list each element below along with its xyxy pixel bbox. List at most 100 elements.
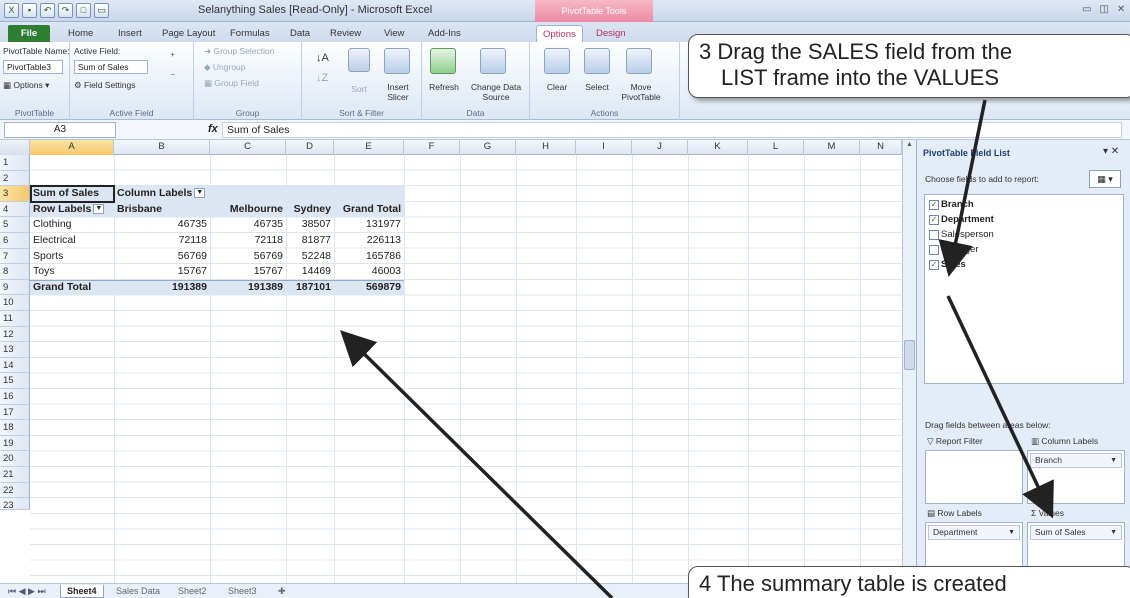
refresh-label[interactable]: Refresh bbox=[424, 82, 464, 92]
row-header[interactable]: 18 bbox=[0, 420, 30, 436]
tab-insert[interactable]: Insert bbox=[118, 25, 142, 42]
column-header[interactable]: E bbox=[334, 140, 404, 155]
save-icon[interactable]: ▪ bbox=[22, 3, 37, 18]
row-header[interactable]: 14 bbox=[0, 357, 30, 374]
formula-input[interactable]: Sum of Sales bbox=[222, 122, 1122, 138]
vertical-scrollbar[interactable]: ▲ bbox=[902, 140, 916, 583]
open-icon[interactable]: ▭ bbox=[94, 3, 109, 18]
row-header[interactable]: 17 bbox=[0, 404, 30, 421]
row-header[interactable]: 12 bbox=[0, 326, 30, 343]
collapse-field-icon[interactable]: ⁻ bbox=[170, 72, 175, 83]
grand-total-label[interactable]: Grand Total bbox=[30, 280, 94, 296]
row-header[interactable]: 16 bbox=[0, 389, 30, 405]
value-cell[interactable]: 46003 bbox=[334, 264, 404, 280]
checkbox-unchecked-icon[interactable] bbox=[929, 244, 939, 255]
tab-file[interactable]: File bbox=[8, 25, 50, 42]
value-cell[interactable]: 131977 bbox=[334, 217, 404, 233]
sheet-tab[interactable]: Sheet3 bbox=[222, 585, 263, 598]
tab-add-ins[interactable]: Add-Ins bbox=[428, 25, 461, 42]
value-cell[interactable]: 15767 bbox=[210, 264, 286, 280]
row-header[interactable]: 11 bbox=[0, 311, 30, 327]
values-field-chip[interactable]: Sum of Sales ▼ bbox=[1030, 525, 1122, 540]
change-data-source-icon[interactable] bbox=[480, 48, 506, 74]
pivot-column-header[interactable]: Brisbane bbox=[114, 202, 165, 218]
active-field-input[interactable]: Sum of Sales bbox=[74, 60, 148, 74]
checkbox-unchecked-icon[interactable] bbox=[929, 229, 939, 240]
row-label[interactable]: Clothing bbox=[30, 217, 75, 233]
column-header[interactable]: H bbox=[516, 140, 576, 155]
row-header[interactable]: 13 bbox=[0, 342, 30, 358]
tab-design[interactable]: Design bbox=[596, 25, 626, 42]
value-cell[interactable]: 56769 bbox=[114, 249, 210, 265]
scroll-up-icon[interactable]: ▲ bbox=[904, 141, 915, 152]
column-header[interactable]: F bbox=[404, 140, 460, 155]
undo-icon[interactable]: ↶ bbox=[40, 3, 55, 18]
minimize-icon[interactable]: ▭ bbox=[1082, 4, 1091, 15]
row-header[interactable]: 5 bbox=[0, 217, 30, 233]
column-header[interactable]: G bbox=[460, 140, 516, 155]
grand-total-cell[interactable]: 191389 bbox=[210, 280, 286, 296]
row-header[interactable]: 4 bbox=[0, 201, 30, 218]
tab-page-layout[interactable]: Page Layout bbox=[162, 25, 215, 42]
column-header[interactable]: A bbox=[30, 140, 114, 155]
row-header[interactable]: 3 bbox=[0, 186, 30, 202]
pivot-column-header[interactable]: Sydney bbox=[286, 202, 334, 218]
move-pivottable-label[interactable]: Move PivotTable bbox=[616, 82, 666, 102]
value-cell[interactable]: 46735 bbox=[210, 217, 286, 233]
checkbox-checked-icon[interactable]: ✓ bbox=[929, 199, 939, 210]
restore-icon[interactable]: ◫ bbox=[1099, 4, 1108, 15]
field-item-manager[interactable]: Manager bbox=[929, 244, 979, 255]
row-label[interactable]: Toys bbox=[30, 264, 58, 280]
close-icon[interactable]: ✕ bbox=[1117, 4, 1125, 15]
refresh-icon[interactable] bbox=[430, 48, 456, 74]
checkbox-checked-icon[interactable]: ✓ bbox=[929, 259, 939, 270]
clear-icon[interactable] bbox=[544, 48, 570, 74]
report-filter-area[interactable] bbox=[925, 450, 1023, 504]
row-field-chip[interactable]: Department ▼ bbox=[928, 525, 1020, 540]
row-labels-filter-icon[interactable]: ▼ bbox=[93, 204, 105, 215]
tab-review[interactable]: Review bbox=[330, 25, 361, 42]
scroll-thumb[interactable] bbox=[904, 340, 915, 370]
row-header[interactable]: 15 bbox=[0, 373, 30, 389]
field-item-sales[interactable]: ✓ Sales bbox=[929, 259, 966, 270]
column-labels-filter-icon[interactable]: ▼ bbox=[194, 188, 206, 199]
new-icon[interactable]: □ bbox=[76, 3, 91, 18]
excel-app-icon[interactable]: X bbox=[4, 3, 19, 18]
row-header[interactable]: 2 bbox=[0, 170, 30, 187]
column-header[interactable]: C bbox=[210, 140, 286, 155]
column-header[interactable]: B bbox=[114, 140, 210, 155]
sheet-tab[interactable]: Sheet2 bbox=[172, 585, 213, 598]
field-item-salesperson[interactable]: Salesperson bbox=[929, 229, 994, 240]
column-labels-header[interactable]: Column Labels ▼ bbox=[114, 186, 208, 202]
value-cell[interactable]: 14469 bbox=[286, 264, 334, 280]
tab-formulas[interactable]: Formulas bbox=[230, 25, 270, 42]
row-header[interactable]: 1 bbox=[0, 155, 30, 171]
pivottable-name-input[interactable]: PivotTable3 bbox=[3, 60, 63, 74]
value-cell[interactable]: 46735 bbox=[114, 217, 210, 233]
row-header[interactable]: 22 bbox=[0, 482, 30, 499]
row-header[interactable]: 7 bbox=[0, 248, 30, 265]
value-cell[interactable]: 72118 bbox=[114, 233, 210, 249]
sort-za-icon[interactable]: ↓Z bbox=[316, 72, 328, 84]
column-header[interactable]: I bbox=[576, 140, 632, 155]
checkbox-checked-icon[interactable]: ✓ bbox=[929, 214, 939, 225]
value-cell[interactable]: 72118 bbox=[210, 233, 286, 249]
sort-icon[interactable] bbox=[348, 48, 370, 72]
row-header[interactable]: 6 bbox=[0, 233, 30, 249]
value-cell[interactable]: 56769 bbox=[210, 249, 286, 265]
sort-label[interactable]: Sort bbox=[346, 84, 372, 94]
value-cell[interactable]: 15767 bbox=[114, 264, 210, 280]
value-cell[interactable]: 226113 bbox=[334, 233, 404, 249]
row-header[interactable]: 10 bbox=[0, 295, 30, 311]
column-header[interactable]: D bbox=[286, 140, 334, 155]
group-selection-button[interactable]: ➜ Group Selection bbox=[204, 46, 274, 57]
tab-view[interactable]: View bbox=[384, 25, 404, 42]
insert-slicer-label[interactable]: Insert Slicer bbox=[378, 82, 418, 102]
insert-slicer-icon[interactable] bbox=[384, 48, 410, 74]
tab-options[interactable]: Options bbox=[536, 25, 583, 42]
column-header[interactable]: K bbox=[688, 140, 748, 155]
grand-total-cell[interactable]: 187101 bbox=[286, 280, 334, 296]
tab-data[interactable]: Data bbox=[290, 25, 310, 42]
ungroup-button[interactable]: ◆ Ungroup bbox=[204, 62, 246, 73]
row-header[interactable]: 19 bbox=[0, 435, 30, 452]
